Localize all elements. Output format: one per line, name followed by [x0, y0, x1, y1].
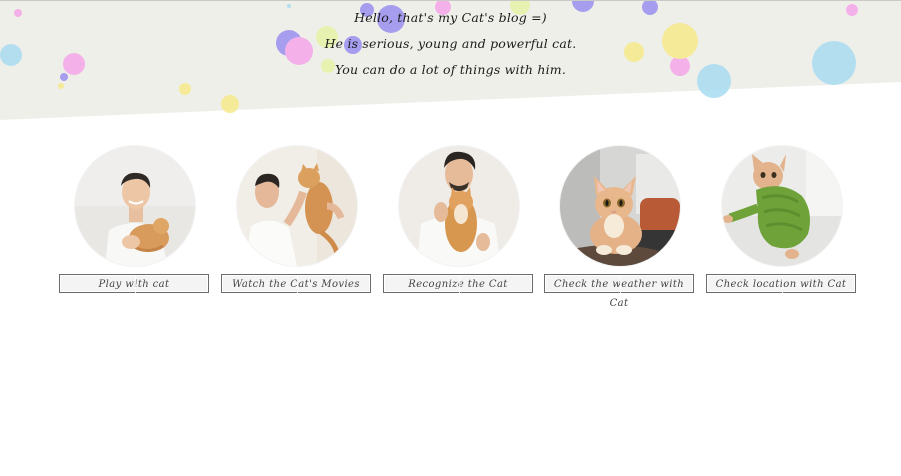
top-border	[0, 0, 901, 1]
man-lifting-cat-photo[interactable]	[237, 146, 357, 266]
watch-movies-label: Watch the Cat's Movies	[232, 279, 360, 290]
card-movies: Watch the Cat's Movies	[221, 146, 373, 298]
button-divider	[782, 275, 783, 294]
button-divider	[620, 275, 621, 294]
play-with-cat-label: Play with cat	[98, 279, 170, 290]
check-weather-label: Check the weather with Cat	[553, 279, 685, 309]
card-recognize: Recognize the Cat	[383, 146, 535, 298]
play-with-cat-button[interactable]: Play with cat	[59, 274, 209, 294]
check-weather-button[interactable]: Check the weather with Cat	[544, 274, 694, 309]
card-play: Play with cat	[59, 146, 211, 298]
intro-call-to-action: You can do a lot of things with him.	[334, 62, 567, 77]
button-divider	[297, 275, 298, 294]
intro-text: Hello, that's my Cat's blog =) He is ser…	[0, 6, 901, 84]
card-location: Check location with Cat	[706, 146, 858, 298]
intro-greeting: Hello, that's my Cat's blog =)	[354, 10, 547, 25]
button-divider	[135, 275, 136, 294]
watch-movies-button[interactable]: Watch the Cat's Movies	[221, 274, 371, 294]
man-hugging-cat-photo[interactable]	[399, 146, 519, 266]
card-weather: Check the weather with Cat	[544, 146, 696, 309]
man-holding-cat-photo[interactable]	[75, 146, 195, 266]
cat-on-chair-photo[interactable]	[560, 146, 680, 266]
button-divider	[459, 275, 460, 294]
intro-description: He is serious, young and powerful cat.	[324, 36, 577, 51]
cat-in-green-sweater-photo[interactable]	[722, 146, 842, 266]
header-banner: Hello, that's my Cat's blog =) He is ser…	[0, 0, 901, 125]
check-location-label: Check location with Cat	[715, 279, 847, 290]
check-location-button[interactable]: Check location with Cat	[706, 274, 856, 294]
feature-cards: Play with cat Watch the Cat's Movies Rec…	[0, 146, 901, 309]
recognize-cat-label: Recognize the Cat	[408, 279, 508, 290]
recognize-cat-button[interactable]: Recognize the Cat	[383, 274, 533, 294]
